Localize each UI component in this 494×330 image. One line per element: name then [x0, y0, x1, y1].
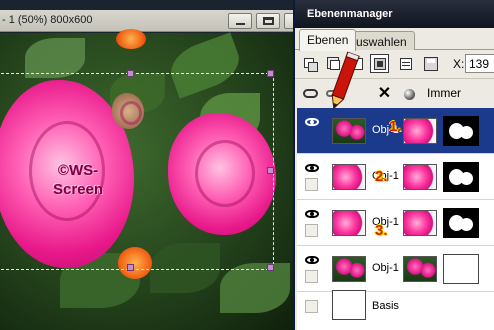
eye-icon: [305, 118, 319, 126]
layer-name: Obj-1: [372, 262, 399, 274]
panel-title: Ebenenmanager: [307, 8, 393, 20]
layer-thumbnail: [332, 164, 366, 190]
canvas-titlebar[interactable]: - 1 (50%) 800x600: [0, 10, 293, 32]
eye-icon: [305, 256, 319, 264]
step-marker: 3.: [375, 222, 388, 239]
layer-thumbnail: [332, 118, 366, 144]
panel-tabs: Auswahlen Ebenen: [295, 28, 494, 51]
layer-list: Obj-1 1. Obj-1 2. Obj-1 3. Obj-1 Basis: [297, 108, 494, 330]
step-marker: 1.: [389, 118, 402, 135]
x-label: X:: [453, 57, 465, 71]
blend-mode-icon: [399, 84, 418, 103]
basis-thumbnail: [332, 290, 366, 320]
layer-row[interactable]: Obj-1 2.: [297, 154, 494, 200]
layer-manager-panel: Ebenenmanager Auswahlen Ebenen X: 139 ✕ …: [293, 0, 494, 330]
layer-mask[interactable]: [443, 254, 479, 284]
layer-toolbar: X: 139: [295, 51, 494, 76]
layer-mask[interactable]: [443, 208, 479, 238]
leaf: [220, 263, 290, 313]
minimize-button[interactable]: [228, 13, 252, 29]
layer-mask[interactable]: [443, 162, 479, 192]
canvas-title: - 1 (50%) 800x600: [2, 14, 93, 26]
selection-handle[interactable]: [267, 70, 274, 77]
layer-row[interactable]: Obj-1 3.: [297, 200, 494, 246]
save-layer-icon[interactable]: [421, 54, 440, 73]
group-icon[interactable]: [301, 84, 320, 103]
layer-preview: [403, 210, 437, 236]
visibility-toggle[interactable]: [305, 160, 319, 194]
maximize-button[interactable]: [256, 13, 280, 29]
basis-layer-name: Basis: [372, 300, 399, 312]
canvas-window: - 1 (50%) 800x600 ©WS- Screen: [0, 0, 293, 330]
layer-preview: [403, 118, 437, 144]
layer-list-icon[interactable]: [396, 54, 415, 73]
layer-checkbox[interactable]: [305, 178, 318, 191]
selection-rectangle[interactable]: [0, 70, 274, 271]
eye-icon: [305, 164, 319, 172]
visibility-toggle[interactable]: [305, 114, 319, 148]
step-marker: 2.: [375, 168, 388, 185]
layer-mask[interactable]: [443, 116, 479, 146]
selection-handle[interactable]: [267, 264, 274, 271]
layer-checkbox[interactable]: [305, 270, 318, 283]
leaf: [25, 38, 85, 78]
orange-flower: [116, 29, 146, 49]
selection-handle[interactable]: [127, 264, 134, 271]
new-layer-icon[interactable]: [301, 54, 320, 73]
eye-icon: [305, 210, 319, 218]
layer-row[interactable]: Obj-1 1.: [297, 108, 494, 154]
visibility-toggle[interactable]: [305, 252, 319, 286]
delete-layer-icon[interactable]: ✕: [375, 84, 394, 103]
panel-titlebar[interactable]: Ebenenmanager: [295, 0, 494, 28]
layer-properties-icon[interactable]: [370, 54, 389, 73]
x-position-field[interactable]: 139: [465, 54, 494, 73]
layer-thumbnail: [332, 256, 366, 282]
tab-ebenen[interactable]: Ebenen: [299, 29, 357, 51]
layer-checkbox[interactable]: [305, 224, 318, 237]
layer-checkbox[interactable]: [305, 300, 318, 313]
selection-handle[interactable]: [127, 70, 134, 77]
layer-preview: [403, 256, 437, 282]
visibility-toggle[interactable]: [305, 206, 319, 240]
close-button[interactable]: [284, 13, 293, 29]
basis-layer-row[interactable]: Basis: [297, 286, 494, 330]
blend-mode-select[interactable]: Immer: [421, 84, 494, 103]
layer-preview: [403, 164, 437, 190]
layer-thumbnail: [332, 210, 366, 236]
selection-handle[interactable]: [267, 167, 274, 174]
